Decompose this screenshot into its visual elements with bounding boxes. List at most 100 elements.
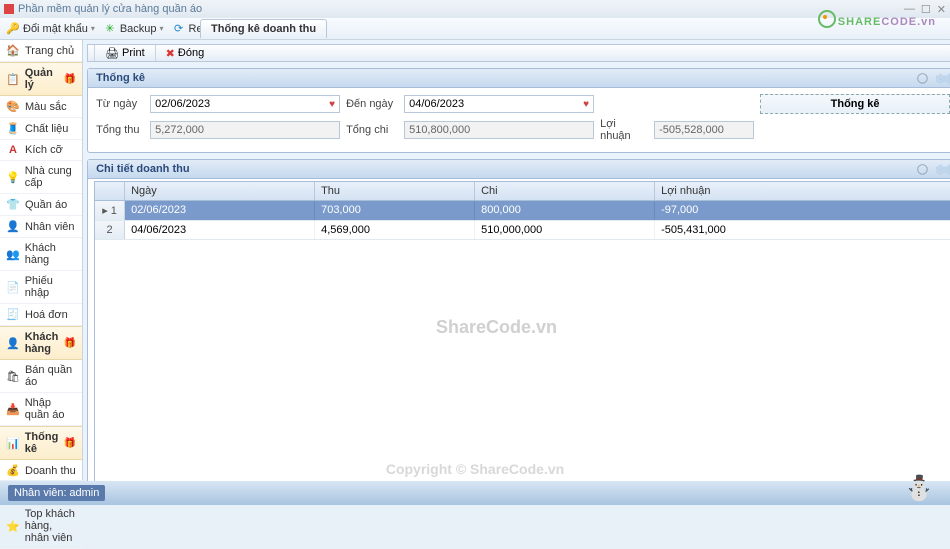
sidebar-item-chatlieu[interactable]: 🧵Chất liệu	[0, 118, 82, 140]
sidebar-label: Bán quần áo	[25, 364, 76, 388]
table-row[interactable]: 1 02/06/2023 703,000 800,000 -97,000	[95, 201, 950, 221]
sidebar-item-kichco[interactable]: A Kích cỡ	[0, 140, 82, 161]
printer-icon: 🖨	[105, 47, 119, 60]
loinhuan-label: Lợi nhuận	[600, 118, 648, 142]
calendar-icon[interactable]: ♥	[583, 99, 589, 110]
sidebar-item-khachhang[interactable]: 👥Khách hàng	[0, 238, 82, 271]
sidebar: 🏠Trang chủ 📋 Quản lý 🎁 🎨 Màu sắc 🧵Chất liệu…	[0, 40, 83, 480]
clothes-icon: 👕	[6, 198, 20, 211]
chevron-down-icon: ▾	[91, 24, 95, 33]
change-password-button[interactable]: 🔑 Đổi mật khẩu ▾	[6, 22, 95, 36]
sidebar-item-mausac[interactable]: 🎨 Màu sắc	[0, 96, 82, 118]
to-date-label: Đến ngày	[346, 98, 398, 110]
table-header: Ngày Thu Chi Lợi nhuận	[95, 182, 950, 201]
sidebar-item-nhapquanao[interactable]: 📥 Nhập quần áo	[0, 393, 82, 426]
sidebar-label: Kích cỡ	[25, 144, 63, 156]
sidebar-label: Nhân viên	[25, 221, 75, 233]
color-icon: 🎨	[6, 100, 20, 113]
gift-icon: 🎁	[64, 338, 76, 349]
import-clothes-icon: 📥	[6, 403, 20, 416]
from-date-input[interactable]: 02/06/2023♥	[150, 95, 340, 113]
app-icon	[4, 4, 14, 14]
collapse-icon[interactable]: ◯	[917, 73, 928, 84]
tab-label: Thống kê doanh thu	[211, 23, 316, 35]
to-date-input[interactable]: 04/06/2023 ♥	[404, 95, 594, 113]
sidebar-item-phieunhap[interactable]: 📄Phiếu nhập	[0, 271, 82, 304]
tongchi-value: 510,800,000	[409, 124, 470, 136]
close-button[interactable]: ✖Đóng	[166, 47, 205, 60]
thongke-button-label: Thống kê	[831, 98, 880, 110]
sidebar-section-khachhang[interactable]: 👤Khách hàng🎁	[0, 326, 82, 360]
invoice-icon: 🧾	[6, 308, 20, 321]
manage-icon: 📋	[6, 73, 20, 86]
cell-thu: 703,000	[315, 201, 475, 220]
main-toolbar: 🔑 Đổi mật khẩu ▾ ✳ Backup ▾ ⟳ Restore ▾ …	[0, 18, 950, 40]
sidebar-section-thongke[interactable]: 📊Thống kê🎁	[0, 426, 82, 460]
status-bar: Nhân viên: admin ⛄	[0, 481, 950, 505]
content-tabs: Thống kê doanh thu	[200, 18, 327, 38]
sidebar-label: Quản lý	[25, 67, 59, 91]
sidebar-label: Khách hàng	[25, 242, 76, 266]
top-icon: ⭐	[6, 520, 20, 533]
sidebar-item-home[interactable]: 🏠Trang chủ	[0, 40, 82, 62]
tab-thongke-doanhthu[interactable]: Thống kê doanh thu	[200, 19, 327, 38]
col-ngay[interactable]: Ngày	[125, 182, 315, 200]
sidebar-label: Hoá đơn	[25, 309, 68, 321]
sidebar-item-nhacungcap[interactable]: 💡 Nhà cung cấp	[0, 161, 82, 194]
cell-thu: 4,569,000	[315, 221, 475, 239]
col-loinhuan[interactable]: Lợi nhuận	[655, 182, 950, 200]
col-thu[interactable]: Thu	[315, 182, 475, 200]
row-number: 2	[95, 221, 125, 239]
print-button[interactable]: 🖨Print	[105, 47, 145, 60]
supplier-icon: 💡	[6, 171, 20, 184]
backup-label: Backup	[120, 23, 157, 35]
collapse-icon[interactable]: ◯	[917, 164, 928, 175]
tongthu-field: 5,272,000	[150, 121, 340, 139]
revenue-table: Ngày Thu Chi Lợi nhuận 1 02/06/2023 703,…	[94, 181, 950, 492]
thongke-button[interactable]: Thống kê	[760, 94, 950, 114]
loinhuan-field: -505,528,000	[654, 121, 754, 139]
table-body: 1 02/06/2023 703,000 800,000 -97,000 2 0…	[95, 201, 950, 491]
sidebar-label: Doanh thu	[25, 465, 76, 477]
sidebar-item-banquanao[interactable]: 🛍 Bán quần áo	[0, 360, 82, 393]
staff-icon: 👤	[6, 220, 20, 233]
sidebar-label: Thống kê	[25, 431, 59, 455]
size-icon: A	[6, 144, 20, 156]
table-row[interactable]: 2 04/06/2023 4,569,000 510,000,000 -505,…	[95, 221, 950, 240]
window-titlebar: Phần mềm quản lý cửa hàng quần áo — ☐ ✕	[0, 0, 950, 18]
loinhuan-value: -505,528,000	[659, 124, 724, 136]
calendar-icon[interactable]: ♥	[329, 99, 335, 110]
cell-chi: 800,000	[475, 201, 655, 220]
panel-header: Chi tiết doanh thu ◯ ❄❄	[88, 160, 950, 179]
status-user: Nhân viên: admin	[8, 485, 105, 501]
home-icon: 🏠	[6, 44, 20, 57]
cell-ngay: 02/06/2023	[125, 201, 315, 220]
import-icon: 📄	[6, 281, 20, 294]
col-chi[interactable]: Chi	[475, 182, 655, 200]
sidebar-label: Nhập quần áo	[25, 397, 76, 421]
panel-title: Thống kê	[96, 72, 145, 84]
panel-chitiet: Chi tiết doanh thu ◯ ❄❄ Ngày Thu Chi Lợi…	[87, 159, 950, 499]
restore-icon: ⟳	[172, 22, 186, 36]
panel-header: Thống kê ◯ ❄❄	[88, 69, 950, 88]
print-label: Print	[122, 47, 145, 59]
sidebar-item-quanao[interactable]: 👕Quần áo	[0, 194, 82, 216]
tongthu-label: Tổng thu	[96, 124, 144, 136]
sidebar-label: Màu sắc	[25, 101, 67, 113]
row-number: 1	[95, 201, 125, 220]
to-date-value: 04/06/2023	[409, 98, 464, 110]
tongchi-field: 510,800,000	[404, 121, 594, 139]
sidebar-item-doanhthu[interactable]: 💰Doanh thu	[0, 460, 82, 482]
backup-button[interactable]: ✳ Backup ▾	[103, 22, 164, 36]
sidebar-item-hoadon[interactable]: 🧾 Hoá đơn	[0, 304, 82, 326]
close-icon[interactable]: ✕	[937, 3, 946, 16]
sidebar-section-quanly[interactable]: 📋 Quản lý 🎁	[0, 62, 82, 96]
sell-icon: 🛍	[6, 370, 20, 383]
gift-icon: 🎁	[64, 74, 76, 85]
cell-ln: -505,431,000	[655, 221, 950, 239]
content-toolbar: 🖨Print ✖Đóng	[87, 44, 950, 62]
from-date-label: Từ ngày	[96, 98, 144, 110]
sidebar-label: Nhà cung cấp	[25, 165, 76, 189]
sidebar-item-nhanvien[interactable]: 👤 Nhân viên	[0, 216, 82, 238]
sidebar-item-topkh[interactable]: ⭐Top khách hàng, nhân viên	[0, 504, 82, 549]
